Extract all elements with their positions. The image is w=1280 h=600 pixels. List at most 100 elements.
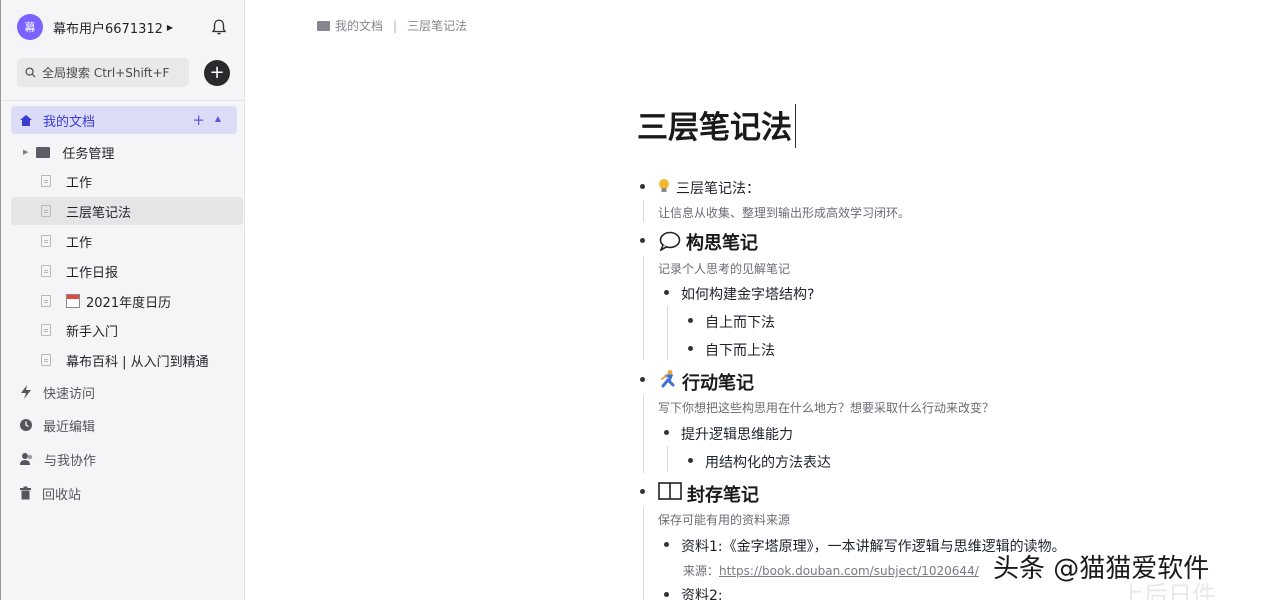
section-title[interactable]: 构思笔记 — [686, 229, 758, 255]
breadcrumb-current: 三层笔记法 — [407, 19, 468, 33]
bullet[interactable] — [640, 377, 645, 382]
text-cursor — [795, 104, 796, 148]
indent-guide — [643, 395, 644, 473]
bullet[interactable] — [640, 184, 645, 189]
bullet[interactable] — [688, 458, 693, 463]
document-icon — [41, 324, 51, 336]
sidebar-item-doc[interactable]: 工作 — [11, 227, 243, 255]
search-input[interactable]: 全局搜索 Ctrl+Shift+F — [17, 58, 189, 87]
sidebar-item-doc[interactable]: 2021年度日历 — [11, 287, 243, 315]
list-item[interactable]: 资料2: — [681, 585, 723, 600]
sidebar-item-label: 工作日报 — [66, 265, 119, 281]
document-icon — [41, 175, 51, 187]
lightning-icon — [21, 385, 31, 399]
indent-guide — [667, 306, 668, 360]
indent-guide — [643, 200, 644, 222]
source-line: 来源：https://book.douban.com/subject/10206… — [683, 562, 979, 579]
username[interactable]: 幕布用户6671312 — [53, 18, 163, 37]
bullet[interactable] — [664, 290, 669, 295]
my-docs-item[interactable]: 我的文档 + ▲ — [11, 106, 237, 134]
trash-icon — [20, 486, 31, 500]
section-note[interactable]: 记录个人思考的见解笔记 — [658, 260, 790, 277]
page-title[interactable]: 三层笔记法 — [637, 102, 792, 147]
document-icon — [41, 354, 51, 366]
document-icon — [41, 205, 51, 217]
caret-right-icon: ▶ — [166, 22, 174, 32]
nav-collab[interactable]: 与我协作 — [19, 447, 219, 471]
sidebar-item-doc[interactable]: 新手入门 — [11, 316, 243, 344]
list-item[interactable]: 提升逻辑思维能力 — [681, 424, 793, 444]
indent-guide — [643, 256, 644, 360]
bullet[interactable] — [640, 489, 645, 494]
intro-note[interactable]: 让信息从收集、整理到输出形成高效学习闭环。 — [658, 204, 910, 221]
folder-icon — [317, 20, 330, 31]
sidebar-item-doc-active[interactable]: 三层笔记法 — [11, 197, 243, 225]
clock-icon — [20, 419, 32, 431]
bullet[interactable] — [688, 318, 693, 323]
section-note[interactable]: 保存可能有用的资料来源 — [658, 511, 790, 528]
sidebar-item-doc[interactable]: 工作 — [11, 167, 243, 195]
intro-title[interactable]: 三层笔记法： — [676, 178, 760, 198]
sidebar-item-label: 工作 — [66, 235, 93, 251]
divider — [1, 100, 245, 101]
document-icon — [41, 295, 51, 307]
lightbulb-icon — [659, 179, 669, 192]
plus-icon[interactable]: + — [192, 111, 205, 129]
home-icon — [20, 114, 32, 126]
nav-label: 与我协作 — [44, 453, 97, 469]
add-button[interactable]: + — [204, 60, 230, 86]
nav-trash[interactable]: 回收站 — [19, 481, 219, 505]
bullet[interactable] — [664, 542, 669, 547]
users-icon — [20, 453, 33, 465]
sidebar-item-doc[interactable]: 工作日报 — [11, 257, 243, 285]
sidebar-item-label: 新手入门 — [66, 324, 119, 340]
expand-arrow-icon[interactable]: ▶ — [23, 148, 28, 156]
bullet[interactable] — [664, 430, 669, 435]
nav-label: 最近编辑 — [43, 419, 96, 435]
search-icon — [25, 67, 36, 78]
breadcrumb-root[interactable]: 我的文档 — [335, 17, 383, 34]
watermark-faint: 上后日件 — [1120, 581, 1216, 600]
sidebar-item-doc[interactable]: 幕布百科 | 从入门到精通 — [11, 346, 243, 374]
nav-quick-access[interactable]: 快速访问 — [19, 380, 219, 404]
section-title[interactable]: 行动笔记 — [682, 369, 754, 395]
sidebar-item-folder[interactable]: ▶ 任务管理 — [11, 138, 243, 166]
my-docs-label: 我的文档 — [43, 114, 96, 130]
list-item[interactable]: 自上而下法 — [705, 312, 775, 332]
nav-label: 回收站 — [42, 487, 82, 503]
list-item[interactable]: 如何构建金字塔结构? — [681, 284, 814, 304]
speech-bubble-icon — [659, 231, 681, 251]
section-title[interactable]: 封存笔记 — [687, 481, 759, 507]
nav-recent[interactable]: 最近编辑 — [19, 413, 219, 437]
search-placeholder: 全局搜索 Ctrl+Shift+F — [42, 66, 170, 80]
source-label: 来源： — [683, 564, 720, 578]
sidebar-item-label: 幕布百科 | 从入门到精通 — [66, 354, 209, 370]
sidebar: 幕 幕布用户6671312 ▶ 全局搜索 Ctrl+Shift+F + 我的文档… — [0, 0, 245, 600]
section-note[interactable]: 写下你想把这些构思用在什么地方？想要采取什么行动来改变？ — [658, 399, 994, 416]
running-person-icon — [661, 370, 675, 388]
bell-icon[interactable] — [210, 18, 228, 36]
user-menu[interactable]: 幕 幕布用户6671312 ▶ — [17, 13, 232, 41]
bullet[interactable] — [664, 592, 669, 597]
sidebar-item-label: 工作 — [66, 175, 93, 191]
list-item[interactable]: 用结构化的方法表达 — [705, 452, 831, 472]
sidebar-item-label: 任务管理 — [62, 146, 115, 162]
indent-guide — [643, 507, 644, 600]
nav-label: 快速访问 — [43, 386, 96, 402]
sidebar-item-label: 2021年度日历 — [86, 295, 172, 311]
folder-icon — [36, 146, 51, 158]
document-icon — [41, 235, 51, 247]
indent-guide — [667, 446, 668, 472]
document-icon — [41, 265, 51, 277]
collapse-icon[interactable]: ▲ — [215, 114, 221, 123]
avatar[interactable]: 幕 — [17, 14, 43, 40]
bullet[interactable] — [640, 238, 645, 243]
list-item[interactable]: 自下而上法 — [705, 340, 775, 360]
breadcrumb: 我的文档 | 三层笔记法 — [317, 17, 467, 34]
sidebar-item-label: 三层笔记法 — [66, 205, 132, 221]
source-link[interactable]: https://book.douban.com/subject/1020644/ — [719, 564, 979, 578]
calendar-icon — [66, 294, 80, 308]
book-icon — [658, 482, 682, 500]
bullet[interactable] — [688, 346, 693, 351]
breadcrumb-separator: | — [393, 18, 398, 33]
